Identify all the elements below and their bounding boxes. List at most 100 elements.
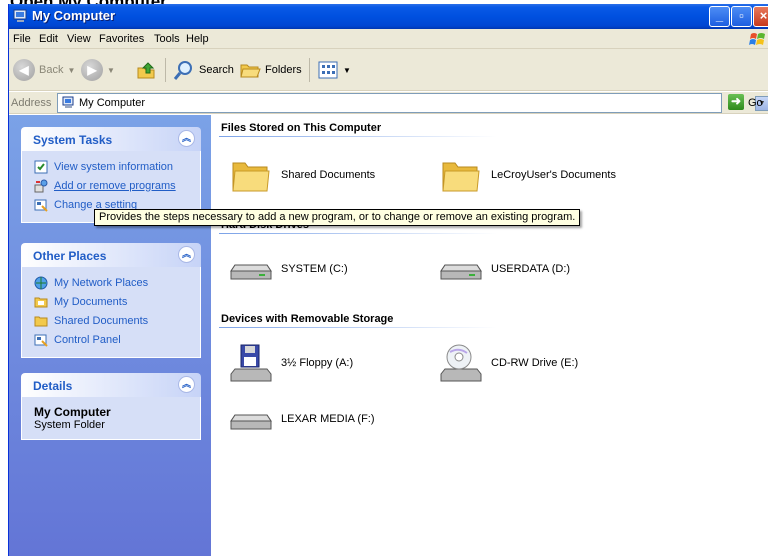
- system-info-icon: [34, 160, 48, 173]
- removable-disk-icon: [230, 414, 272, 430]
- views-icon: [318, 61, 338, 79]
- my-documents-icon: [34, 297, 48, 307]
- back-button[interactable]: ◀ Back ▼: [13, 58, 75, 82]
- other-places-title: Other Places: [33, 249, 107, 263]
- toolbar-separator: [309, 58, 310, 82]
- back-arrow-icon: ◀: [13, 59, 35, 81]
- tooltip: Provides the steps necessary to add a ne…: [94, 209, 581, 226]
- item-label: Shared Documents: [281, 169, 376, 181]
- item-shared-documents[interactable]: Shared Documents: [229, 155, 375, 195]
- place-my-network-places[interactable]: My Network Places: [34, 273, 200, 292]
- item-drive-d[interactable]: USERDATA (D:): [439, 249, 570, 289]
- place-label: Control Panel: [54, 333, 121, 346]
- task-pane: System Tasks ︽ View system information A…: [9, 115, 211, 556]
- explorer-window: My Computer _ ▫ × File Edit View Favorit…: [8, 4, 768, 556]
- content-area: Files Stored on This Computer Shared Doc…: [211, 115, 768, 556]
- menu-help[interactable]: Help: [186, 33, 209, 45]
- item-drive-c[interactable]: SYSTEM (C:): [229, 249, 348, 289]
- standard-toolbar: ◀ Back ▼ ▶ ▼ Search Folders ▼: [9, 49, 768, 91]
- folders-button[interactable]: Folders: [239, 58, 302, 82]
- go-arrow-icon: ➜: [730, 94, 742, 108]
- item-lecroyuser-documents[interactable]: LeCroyUser's Documents: [439, 155, 616, 195]
- forward-button[interactable]: ▶ ▼: [81, 58, 115, 82]
- go-button[interactable]: ➜: [728, 94, 744, 110]
- forward-dropdown-icon: ▼: [107, 65, 115, 75]
- menu-favorites[interactable]: Favorites: [99, 33, 144, 45]
- my-computer-icon: [13, 9, 27, 22]
- search-icon: [173, 61, 192, 80]
- place-label: My Network Places: [54, 276, 149, 289]
- item-label: USERDATA (D:): [491, 263, 571, 275]
- menu-edit[interactable]: Edit: [39, 33, 58, 45]
- group-divider: [219, 327, 497, 328]
- collapse-chevron-icon[interactable]: ︽: [178, 246, 195, 263]
- folders-icon: [240, 64, 261, 78]
- details-body: My Computer System Folder: [21, 397, 201, 440]
- go-label[interactable]: Go: [748, 97, 763, 109]
- item-label: LeCroyUser's Documents: [491, 169, 616, 181]
- details-header[interactable]: Details ︽: [21, 373, 201, 397]
- cd-drive-icon: [440, 344, 482, 382]
- hard-drive-icon: [440, 264, 482, 280]
- item-label: SYSTEM (C:): [281, 263, 348, 275]
- place-label: Shared Documents: [54, 314, 149, 327]
- my-computer-icon: [62, 96, 74, 108]
- place-shared-documents[interactable]: Shared Documents: [34, 311, 200, 330]
- collapse-chevron-icon[interactable]: ︽: [178, 130, 195, 147]
- group-files-stored: Files Stored on This Computer: [221, 122, 382, 134]
- back-label: Back: [39, 64, 64, 76]
- group-divider: [219, 233, 497, 234]
- item-lexar-media-f[interactable]: LEXAR MEDIA (F:): [229, 399, 375, 439]
- up-folder-button[interactable]: [135, 58, 157, 82]
- views-button[interactable]: ▼: [317, 58, 351, 82]
- system-tasks-title: System Tasks: [33, 133, 113, 147]
- maximize-button[interactable]: ▫: [731, 6, 752, 27]
- address-value: My Computer: [79, 97, 146, 109]
- item-floppy-a[interactable]: 3½ Floppy (A:): [229, 343, 353, 383]
- item-label: CD-RW Drive (E:): [491, 357, 579, 369]
- windows-logo-icon: [749, 33, 765, 45]
- hard-drive-icon: [230, 264, 272, 280]
- task-label: Add or remove programs: [54, 179, 176, 192]
- screen: Open My Computer My Computer _ ▫ × File …: [0, 0, 768, 556]
- menu-bar: File Edit View Favorites Tools Help: [9, 29, 768, 49]
- search-label: Search: [199, 64, 234, 76]
- other-places-header[interactable]: Other Places ︽: [21, 243, 201, 267]
- control-panel-icon: [34, 334, 48, 347]
- item-label: 3½ Floppy (A:): [281, 357, 354, 369]
- control-panel-icon: [34, 199, 48, 212]
- folder-icon: [232, 162, 270, 192]
- place-control-panel[interactable]: Control Panel: [34, 330, 200, 349]
- title-bar[interactable]: My Computer _ ▫ ×: [9, 4, 768, 29]
- menu-file[interactable]: File: [13, 33, 31, 45]
- collapse-chevron-icon[interactable]: ︽: [178, 376, 195, 393]
- folders-label: Folders: [265, 64, 302, 76]
- back-dropdown-icon: ▼: [67, 65, 76, 75]
- details-panel: Details ︽ My Computer System Folder: [21, 373, 201, 440]
- system-tasks-header[interactable]: System Tasks ︽: [21, 127, 201, 151]
- group-divider: [219, 136, 497, 137]
- group-removable-storage: Devices with Removable Storage: [221, 313, 394, 325]
- minimize-button[interactable]: _: [709, 6, 730, 27]
- details-item-name: My Computer: [34, 405, 111, 419]
- up-folder-icon: [137, 62, 155, 79]
- floppy-drive-icon: [230, 344, 272, 382]
- network-places-icon: [34, 276, 48, 289]
- other-places-body: My Network Places My Documents Shared Do…: [21, 267, 201, 358]
- toolbar-separator: [165, 58, 166, 82]
- task-view-system-information[interactable]: View system information: [34, 157, 200, 176]
- add-remove-programs-icon: [34, 179, 48, 192]
- place-my-documents[interactable]: My Documents: [34, 292, 200, 311]
- menu-tools[interactable]: Tools: [154, 33, 180, 45]
- details-item-type: System Folder: [34, 419, 105, 431]
- place-label: My Documents: [54, 295, 128, 308]
- item-cd-drive-e[interactable]: CD-RW Drive (E:): [439, 343, 578, 383]
- folder-icon: [34, 316, 48, 326]
- search-button[interactable]: Search: [173, 58, 234, 82]
- menu-view[interactable]: View: [67, 33, 91, 45]
- task-add-remove-programs[interactable]: Add or remove programs: [34, 176, 200, 195]
- item-label: LEXAR MEDIA (F:): [281, 413, 375, 425]
- close-button[interactable]: ×: [753, 6, 768, 27]
- forward-arrow-icon: ▶: [81, 59, 103, 81]
- address-field[interactable]: My Computer ▼: [57, 93, 768, 113]
